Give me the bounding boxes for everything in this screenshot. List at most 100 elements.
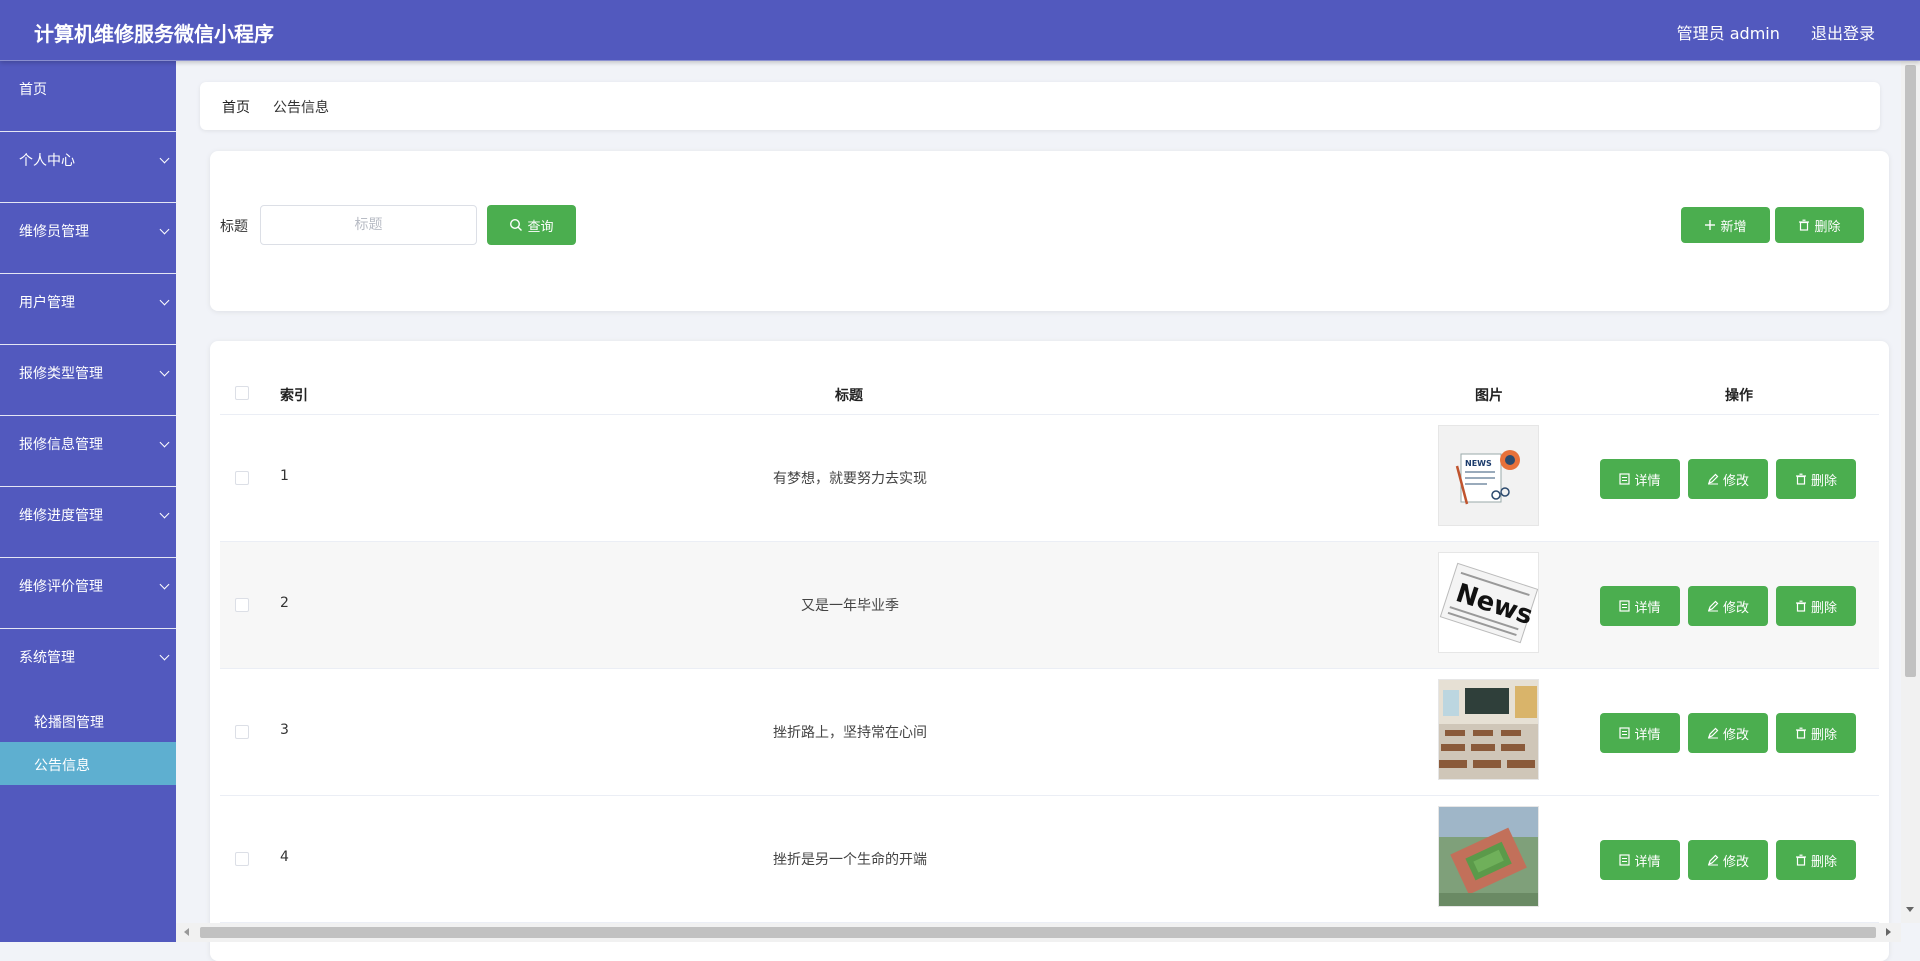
breadcrumb-home[interactable]: 首页 [222,97,250,117]
delete-button[interactable]: 删除 [1776,586,1856,626]
newspaper-image: NEWS [1455,450,1520,505]
sidebar-item-label: 首页 [19,82,47,98]
detail-button[interactable]: 详情 [1600,840,1680,880]
pencil-icon [1707,854,1719,866]
sidebar-item-technicians[interactable]: 维修员管理 [0,203,176,274]
detail-button[interactable]: 详情 [1600,713,1680,753]
chevron-down-icon [159,153,170,164]
announcement-table: 索引 标题 图片 操作 1 有梦想，就要努力去实现 NEWS 详情 修改 删除 [210,341,1889,961]
row-index: 1 [280,468,289,484]
plus-icon [1705,220,1716,230]
sidebar-item-label: 报修信息管理 [19,437,103,453]
horizontal-scrollbar[interactable] [176,923,1901,942]
chevron-down-icon [159,366,170,377]
detail-label: 详情 [1634,600,1661,616]
vertical-scroll-thumb[interactable] [1905,65,1916,677]
table-row: 3 挫折路上，坚持常在心间 详情 修改 删除 [220,669,1879,796]
title-filter-label: 标题 [220,219,248,235]
row-title: 又是一年毕业季 [801,598,899,614]
sidebar-item-repair-reviews[interactable]: 维修评价管理 [0,558,176,629]
current-user[interactable]: 管理员 admin [1677,24,1780,43]
add-button[interactable]: 新增 [1681,207,1770,243]
table-row: 4 挫折是另一个生命的开端 详情 修改 删除 [220,796,1879,923]
trash-icon [1795,600,1806,612]
scroll-down-arrow-icon[interactable] [1906,907,1914,912]
batch-delete-button[interactable]: 删除 [1775,207,1864,243]
sidebar-subitem-announcements[interactable]: 公告信息 [0,742,176,785]
detail-label: 详情 [1634,854,1661,870]
chevron-down-icon [159,579,170,590]
detail-button[interactable]: 详情 [1600,459,1680,499]
edit-label: 修改 [1722,854,1749,870]
svg-text:NEWS: NEWS [1465,459,1492,468]
sidebar-item-system[interactable]: 系统管理 [0,629,176,699]
document-icon [1619,473,1631,485]
delete-label: 删除 [1810,473,1837,489]
horizontal-scroll-thumb[interactable] [200,927,1876,938]
newspaper-image: News [1439,562,1538,644]
delete-label: 删除 [1810,854,1837,870]
trash-icon [1795,727,1806,739]
vertical-scrollbar[interactable] [1901,61,1920,923]
top-bar: 计算机维修服务微信小程序 管理员 admin 退出登录 [0,0,1920,61]
search-icon [510,218,523,231]
detail-label: 详情 [1634,727,1661,743]
sidebar-item-repair-types[interactable]: 报修类型管理 [0,345,176,416]
row-checkbox[interactable] [235,471,249,485]
sidebar-item-repair-progress[interactable]: 维修进度管理 [0,487,176,558]
batch-delete-label: 删除 [1814,219,1841,235]
sidebar-subitem-carousel[interactable]: 轮播图管理 [0,699,176,742]
row-title: 有梦想，就要努力去实现 [773,471,927,487]
sidebar-item-home[interactable]: 首页 [0,61,176,132]
edit-button[interactable]: 修改 [1688,586,1768,626]
sidebar-item-profile[interactable]: 个人中心 [0,132,176,203]
select-all-checkbox[interactable] [235,386,249,400]
row-thumbnail [1438,679,1539,780]
chevron-down-icon [159,295,170,306]
trash-icon [1795,473,1806,485]
edit-button[interactable]: 修改 [1688,840,1768,880]
row-index: 4 [280,849,289,865]
logout-button[interactable]: 退出登录 [1811,24,1875,43]
table-row: 2 又是一年毕业季 News 详情 修改 删除 [220,542,1879,669]
document-icon [1619,600,1631,612]
search-button[interactable]: 查询 [487,205,576,245]
edit-button[interactable]: 修改 [1688,713,1768,753]
sidebar-item-label: 系统管理 [19,650,75,666]
edit-label: 修改 [1722,600,1749,616]
delete-button[interactable]: 删除 [1776,459,1856,499]
edit-button[interactable]: 修改 [1688,459,1768,499]
trash-icon [1799,219,1810,231]
row-checkbox[interactable] [235,852,249,866]
table-header: 索引 标题 图片 操作 [220,371,1879,415]
scroll-right-arrow-icon[interactable] [1886,928,1891,936]
header-title: 标题 [835,388,863,404]
sidebar-item-label: 个人中心 [19,153,75,169]
delete-label: 删除 [1810,600,1837,616]
sidebar-item-repair-info[interactable]: 报修信息管理 [0,416,176,487]
trash-icon [1795,854,1806,866]
delete-button[interactable]: 删除 [1776,840,1856,880]
row-thumbnail: NEWS [1438,425,1539,526]
row-checkbox[interactable] [235,598,249,612]
edit-label: 修改 [1722,727,1749,743]
row-checkbox[interactable] [235,725,249,739]
filter-panel: 标题 查询 新增 删除 [210,151,1889,311]
breadcrumb: 首页 公告信息 [200,82,1880,130]
title-search-input[interactable] [260,205,477,245]
sidebar-item-label: 维修员管理 [19,224,89,240]
sidebar-item-label: 用户管理 [19,295,75,311]
document-icon [1619,854,1631,866]
scroll-left-arrow-icon[interactable] [184,928,189,936]
sidebar: 首页 个人中心 维修员管理 用户管理 报修类型管理 报修信息管理 维修进度管理 … [0,61,176,942]
detail-label: 详情 [1634,473,1661,489]
row-thumbnail: News [1438,552,1539,653]
add-button-label: 新增 [1720,219,1747,235]
detail-button[interactable]: 详情 [1600,586,1680,626]
document-icon [1619,727,1631,739]
delete-button[interactable]: 删除 [1776,713,1856,753]
app-title: 计算机维修服务微信小程序 [34,22,274,46]
row-title: 挫折路上，坚持常在心间 [773,725,927,741]
sidebar-item-users[interactable]: 用户管理 [0,274,176,345]
chevron-down-icon [159,508,170,519]
